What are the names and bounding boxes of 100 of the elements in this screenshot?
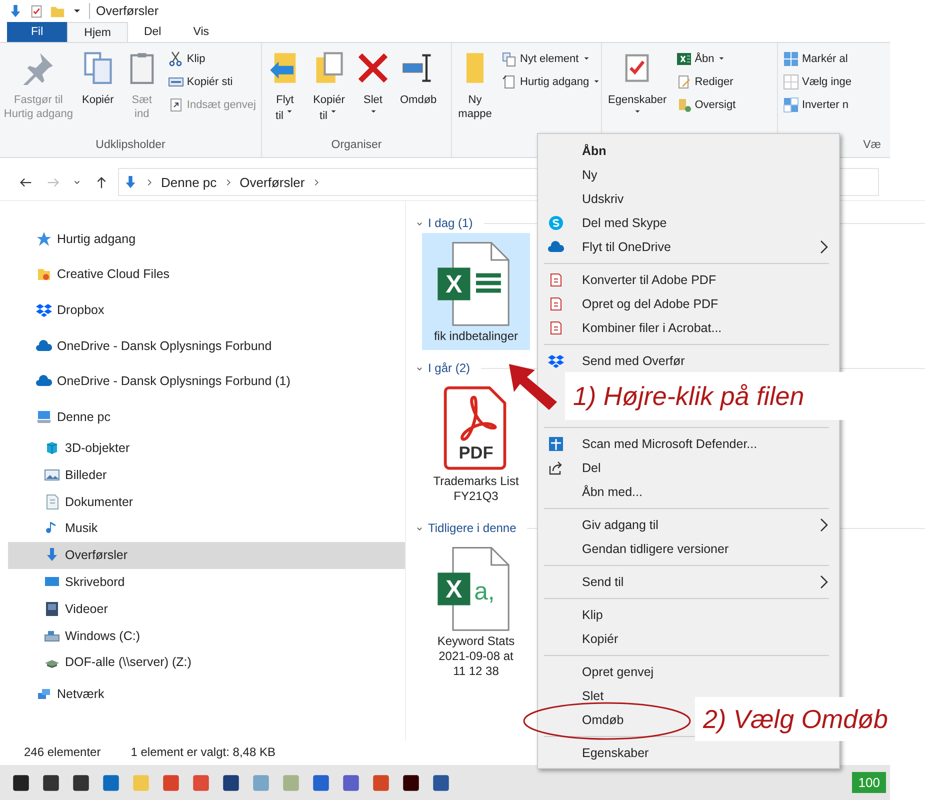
- star-icon: [36, 230, 52, 247]
- group-header[interactable]: Tidligere i denne: [428, 521, 516, 535]
- select-all-icon: [783, 50, 799, 66]
- dropbox-icon: [36, 302, 52, 318]
- menu-item[interactable]: Flyt til OneDrive: [538, 235, 839, 259]
- picture-icon: [44, 466, 60, 483]
- nav-item[interactable]: OneDrive - Dansk Oplysnings Forbund: [0, 328, 405, 364]
- menu-item[interactable]: Egenskaber: [538, 741, 655, 765]
- ribbon-button[interactable]: Rediger: [674, 72, 738, 91]
- nav-item[interactable]: Musik: [0, 514, 405, 542]
- nav-item[interactable]: Dropbox: [0, 292, 405, 328]
- menu-item[interactable]: Opret genvej: [538, 660, 660, 684]
- group-header[interactable]: I dag (1): [428, 216, 473, 230]
- ribbon-tab[interactable]: Vis: [177, 22, 226, 42]
- menu-item[interactable]: Send til: [538, 570, 839, 594]
- nav-item[interactable]: Skrivebord: [0, 568, 405, 596]
- ribbon-tab[interactable]: Del: [128, 22, 178, 42]
- ribbon-button[interactable]: Kopiér til: [309, 49, 349, 139]
- ribbon-button[interactable]: Kopiér sti: [166, 72, 258, 91]
- pdf-document-icon: [548, 320, 564, 336]
- menu-item[interactable]: Kopiér: [538, 627, 624, 651]
- shortcut-icon: [168, 96, 184, 112]
- breadcrumb-item[interactable]: Denne pc: [161, 174, 217, 190]
- nav-item[interactable]: Windows (C:): [0, 622, 405, 649]
- skype-icon: [548, 215, 564, 231]
- menu-item[interactable]: Gendan tidligere versioner: [538, 537, 735, 561]
- download-icon: [8, 4, 23, 18]
- nav-item[interactable]: Videoer: [0, 595, 405, 622]
- menu-item[interactable]: Klip: [538, 603, 609, 627]
- menu-item[interactable]: Scan med Microsoft Defender...: [538, 432, 764, 456]
- cloud-icon: [36, 338, 52, 354]
- document-icon: [501, 74, 517, 90]
- ribbon-button[interactable]: Omdøb: [397, 49, 440, 139]
- edit-icon: [676, 74, 692, 90]
- shield-icon: [548, 436, 564, 452]
- download-icon: [44, 547, 60, 564]
- computer-icon: [36, 408, 52, 425]
- ribbon-button[interactable]: Markér al: [781, 49, 854, 68]
- ribbon-tab[interactable]: Fil: [7, 22, 68, 42]
- pointer-arrow: [507, 362, 559, 412]
- nav-item[interactable]: Hurtig adgang: [0, 221, 405, 257]
- video-icon: [44, 600, 60, 617]
- ribbon-button[interactable]: Vælg inge: [781, 72, 854, 91]
- dropbox-icon: [548, 353, 564, 369]
- group-label: Udklipsholder: [94, 139, 166, 153]
- group-label: Organiser: [330, 139, 383, 153]
- ribbon-button[interactable]: Inverter n: [781, 95, 854, 114]
- select-none-icon: [783, 74, 799, 90]
- menu-item[interactable]: Åbn med...: [538, 480, 648, 504]
- nav-item[interactable]: OneDrive - Dansk Oplysnings Forbund (1): [0, 363, 405, 399]
- file-item[interactable]: X a, Keyword Stats 2021-09-08 at 11 12 38: [422, 538, 530, 685]
- menu-item[interactable]: Slet: [538, 684, 610, 708]
- nav-item[interactable]: Creative Cloud Files: [0, 256, 405, 292]
- group-header[interactable]: I går (2): [428, 361, 470, 375]
- menu-item[interactable]: Opret og del Adobe PDF: [538, 292, 724, 316]
- menu-item[interactable]: Del med Skype: [538, 211, 673, 235]
- menu-item[interactable]: Konverter til Adobe PDF: [538, 268, 722, 292]
- checkmark-document-icon: [29, 4, 44, 18]
- nav-item[interactable]: Denne pc: [0, 398, 405, 435]
- nav-item[interactable]: Dokumenter: [0, 488, 405, 515]
- menu-item[interactable]: Kombiner filer i Acrobat...: [538, 316, 728, 340]
- ribbon-button[interactable]: Ny mappe: [455, 49, 495, 155]
- status-text: 246 elementer: [24, 745, 101, 759]
- scissors-icon: [168, 50, 184, 66]
- cube-icon: [44, 440, 60, 456]
- file-item[interactable]: X fik indbetalinger: [422, 233, 530, 350]
- file-item[interactable]: PDF Trademarks List FY21Q3: [422, 378, 530, 510]
- nav-item[interactable]: Netværk: [0, 676, 405, 712]
- ribbon-button[interactable]: Hurtig adgang: [499, 72, 604, 91]
- nav-item[interactable]: Overførsler: [8, 542, 405, 569]
- pdf-document-icon: [548, 272, 564, 288]
- group-label: Væ: [862, 139, 882, 153]
- menu-item[interactable]: Del: [538, 456, 607, 480]
- pin-icon: [21, 51, 56, 85]
- ribbon-button[interactable]: Klip: [166, 49, 258, 68]
- share-icon: [548, 460, 564, 476]
- ribbon-button[interactable]: Åbn: [674, 49, 738, 68]
- pdf-document-icon: [548, 296, 564, 312]
- ribbon-tab[interactable]: Hjem: [67, 22, 128, 42]
- ribbon-button[interactable]: Oversigt: [674, 95, 738, 114]
- menu-item[interactable]: Giv adgang til: [538, 513, 839, 537]
- status-text: 1 element er valgt: 8,48 KB: [130, 745, 276, 759]
- download-icon: [123, 174, 138, 190]
- delete-icon: [356, 51, 390, 85]
- new-item-icon: [501, 50, 517, 66]
- ribbon-button[interactable]: Nyt element: [499, 49, 604, 68]
- invert-selection-icon: [783, 96, 799, 112]
- cloud-icon: [548, 239, 564, 255]
- ribbon-button[interactable]: Flyt til: [265, 49, 305, 139]
- nav-item[interactable]: 3D-objekter: [0, 434, 405, 462]
- menu-item[interactable]: Send med Overfør: [538, 349, 691, 373]
- breadcrumb-item[interactable]: Overførsler: [240, 174, 305, 190]
- spreadsheet-icon: [676, 50, 692, 66]
- window-title: Overførsler: [96, 4, 158, 18]
- ribbon-button[interactable]: Slet: [353, 49, 393, 139]
- battery-indicator: 100: [852, 772, 886, 793]
- nav-item[interactable]: DOF-alle (\\server) (Z:): [0, 648, 405, 676]
- document-icon: [44, 494, 60, 510]
- ribbon-button[interactable]: Kopiér: [78, 49, 118, 139]
- nav-item[interactable]: Billeder: [0, 461, 405, 488]
